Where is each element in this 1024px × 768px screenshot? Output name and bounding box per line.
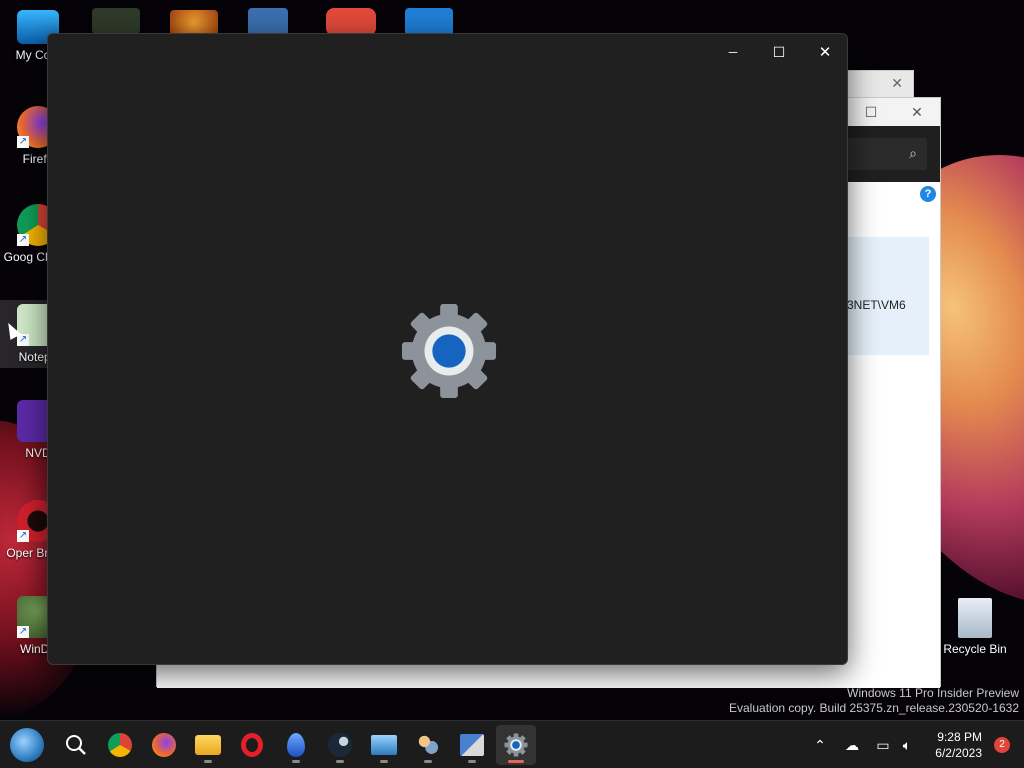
running-indicator (468, 760, 476, 763)
maximize-icon: ☐ (772, 43, 786, 60)
minimize-button[interactable]: ─ (710, 38, 756, 66)
taskbar-file-explorer[interactable] (188, 725, 228, 765)
lock-icon[interactable] (248, 8, 288, 36)
close-icon[interactable]: ✕ (907, 102, 927, 122)
watermark-line-1: Windows 11 Pro Insider Preview (847, 686, 1019, 700)
cloud-off-icon: ☁ (845, 736, 859, 753)
running-indicator (508, 760, 524, 763)
chrome-icon (108, 733, 132, 757)
taskbar-settings[interactable] (496, 725, 536, 765)
running-indicator (380, 760, 388, 763)
maximize-icon[interactable]: ☐ (861, 102, 881, 122)
taskbar-firefox[interactable] (144, 725, 184, 765)
folder-icon (195, 735, 221, 755)
search-icon[interactable]: ⌕ (909, 145, 917, 162)
taskbar-clock[interactable]: 9:28 PM 6/2/2023 (935, 729, 982, 761)
chevron-up-icon: ⌃ (814, 736, 826, 753)
top-app-icon-1[interactable] (92, 8, 140, 34)
clock-date: 6/2/2023 (935, 746, 982, 760)
settings-gear-icon (401, 303, 497, 399)
search-icon (66, 735, 86, 755)
tray-volume[interactable]: 🔈︎ (896, 721, 918, 768)
taskbar-chrome[interactable] (100, 725, 140, 765)
remote-desktop-icon (371, 735, 397, 755)
recycle-bin-icon (958, 598, 992, 638)
vscode-icon[interactable] (405, 8, 453, 36)
taskbar-steam[interactable] (320, 725, 360, 765)
taskbar-drop-app[interactable] (276, 725, 316, 765)
watermark-line-2: Evaluation copy. Build 25375.zn_release.… (729, 701, 1019, 715)
tray-network[interactable]: ▭ (872, 721, 894, 768)
close-icon: ✕ (818, 44, 832, 61)
clock-time: 9:28 PM (937, 730, 982, 744)
taskbar-opera[interactable] (232, 725, 272, 765)
drop-icon (287, 733, 305, 757)
firefox-icon (152, 733, 176, 757)
steam-icon (328, 733, 352, 757)
taskbar-start-button[interactable] (7, 725, 47, 765)
maximize-button[interactable]: ☐ (756, 38, 802, 66)
minimize-icon: ─ (728, 45, 738, 59)
opera-icon (241, 733, 263, 757)
running-indicator (336, 760, 344, 763)
close-icon[interactable]: ✕ (891, 75, 903, 92)
help-icon[interactable]: ? (920, 186, 936, 202)
desktop-icon-label: Recycle Bin (943, 642, 1007, 656)
running-indicator (292, 760, 300, 763)
taskbar-search-button[interactable] (56, 725, 96, 765)
running-indicator (204, 760, 212, 763)
taskbar-users[interactable] (408, 725, 448, 765)
network-icon: ▭ (876, 736, 890, 753)
vm-path-text: 3NET\VM6 (847, 298, 906, 312)
top-app-icon-4[interactable] (326, 8, 376, 36)
speaker-icon: 🔈︎ (902, 736, 912, 753)
settings-window[interactable]: ─ ☐ ✕ (47, 33, 848, 665)
desktop-icon-recycle-bin[interactable]: Recycle Bin (937, 598, 1013, 656)
close-button[interactable]: ✕ (802, 38, 848, 66)
tray-overflow-button[interactable]: ⌃ (808, 721, 832, 768)
tray-network-off[interactable]: ☁ (840, 721, 864, 768)
notification-badge[interactable]: 2 (994, 737, 1010, 753)
start-globe-icon (10, 728, 44, 762)
taskbar: ⌃ ☁ ▭ 🔈︎ 9:28 PM 6/2/2023 2 (0, 720, 1024, 768)
running-indicator (424, 760, 432, 763)
taskbar-remote-desktop[interactable] (364, 725, 404, 765)
settings-gear-icon (504, 733, 528, 757)
taskbar-network[interactable] (452, 725, 492, 765)
network-computer-icon (460, 734, 484, 756)
users-icon (416, 733, 440, 757)
